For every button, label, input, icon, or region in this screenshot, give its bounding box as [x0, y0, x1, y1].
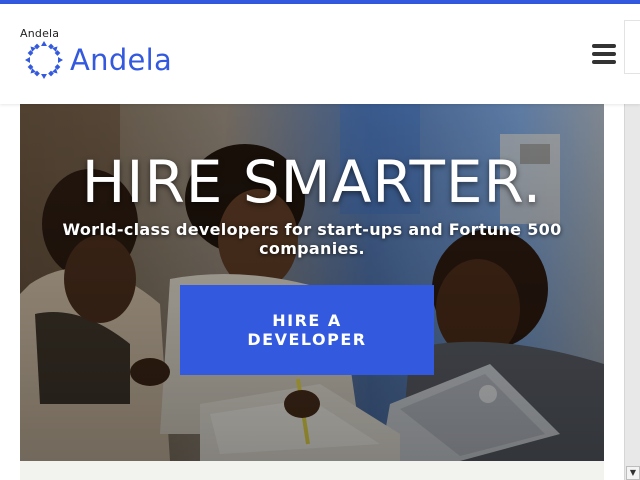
header-edge-frame: [624, 20, 640, 74]
hamburger-menu-button[interactable]: [584, 34, 624, 74]
site-header: Andela Andela: [0, 4, 640, 104]
scroll-down-arrow-icon[interactable]: ▼: [626, 466, 640, 480]
page-scrollbar[interactable]: ▼: [624, 104, 640, 480]
hero-subtitle: World-class developers for start-ups and…: [62, 220, 562, 258]
hero-banner: HIRE SMARTER. World-class developers for…: [20, 104, 604, 461]
hero-title: HIRE SMARTER.: [81, 148, 543, 216]
andela-logo-icon: [25, 41, 63, 79]
hamburger-icon-bar: [592, 52, 616, 56]
home-logo-link[interactable]: Andela: [22, 36, 172, 84]
hire-a-developer-button[interactable]: HIRE A DEVELOPER: [180, 285, 434, 375]
next-section-strip: [20, 461, 604, 480]
logo-wordmark: Andela: [70, 43, 173, 77]
hamburger-icon-bar: [592, 44, 616, 48]
hamburger-icon-bar: [592, 60, 616, 64]
